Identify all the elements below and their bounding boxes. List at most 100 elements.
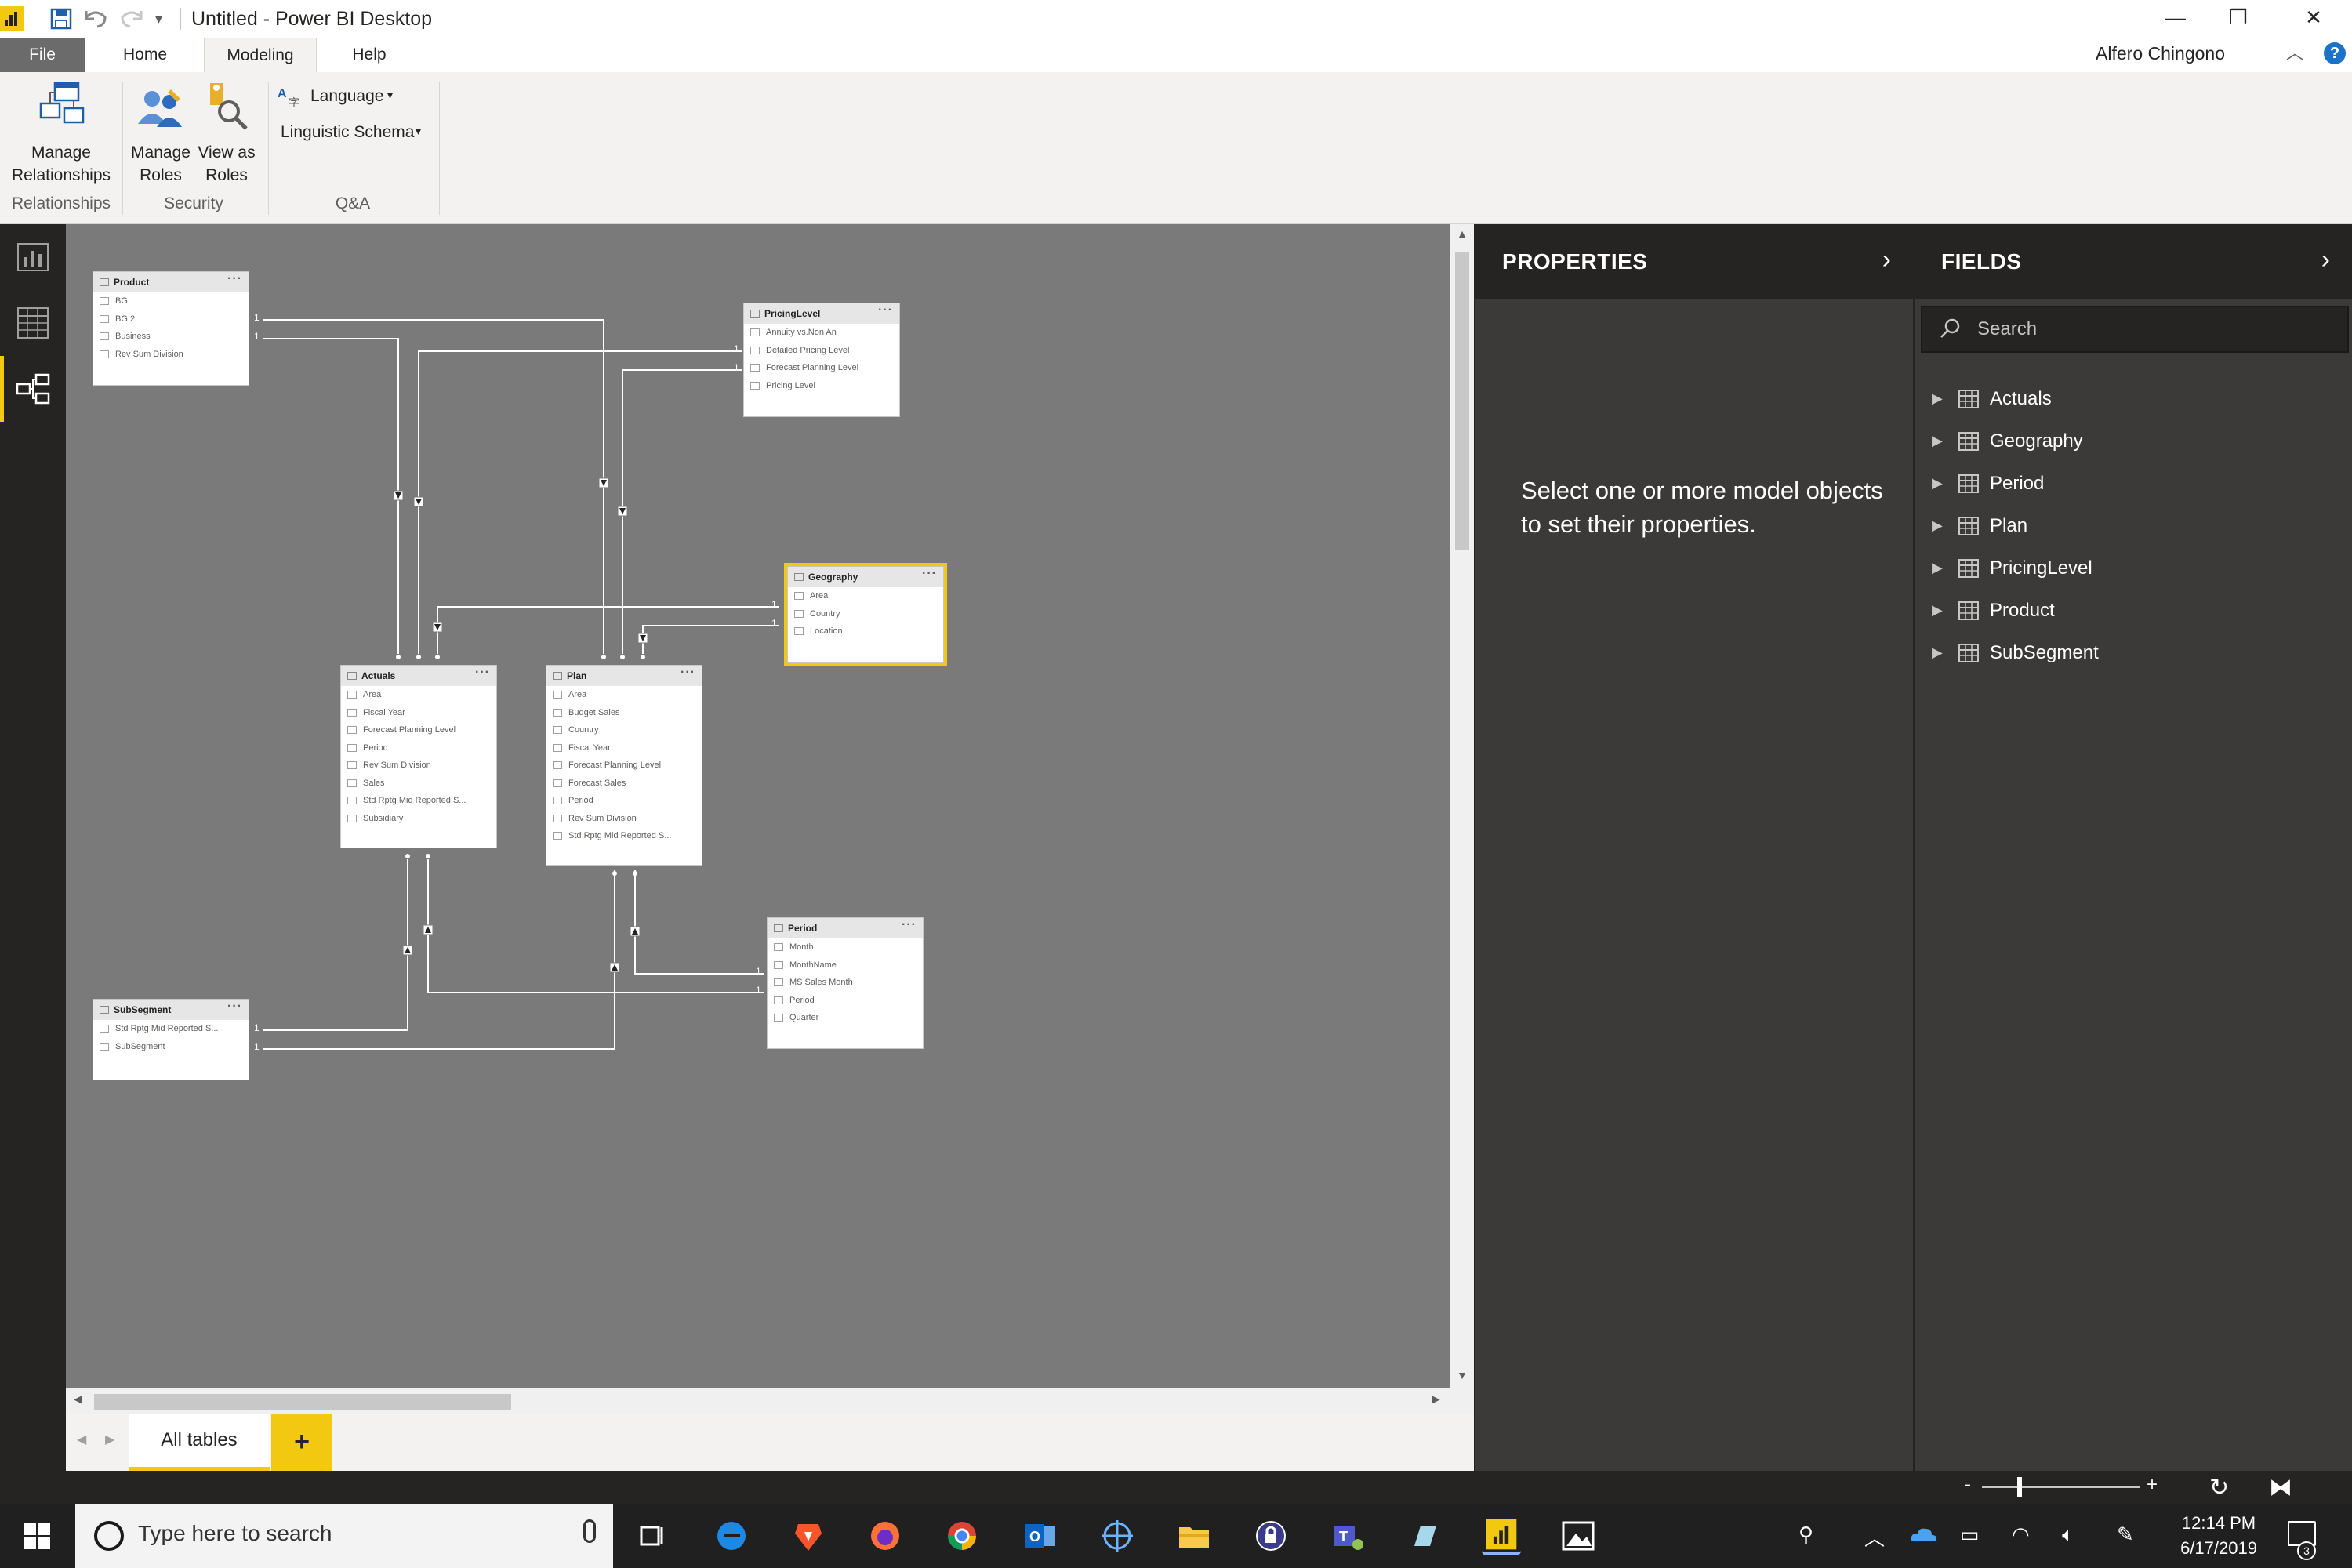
table-field[interactable]: Detailed Pricing Level <box>744 342 899 360</box>
tab-file[interactable]: File <box>0 38 85 72</box>
microphone-icon[interactable] <box>583 1519 596 1543</box>
field-list-item-product[interactable]: ▶ Product <box>1915 591 2352 633</box>
linguistic-schema-dropdown[interactable]: Linguistic Schema ▾ <box>278 119 434 146</box>
table-field[interactable]: BG 2 <box>93 310 249 328</box>
model-table-product[interactable]: Product ··· BG BG 2 Business Rev Sum Divi… <box>93 271 249 386</box>
table-field[interactable]: MonthName <box>768 956 923 975</box>
zoom-slider-thumb[interactable] <box>2017 1477 2023 1497</box>
table-field[interactable]: MS Sales Month <box>768 974 923 992</box>
taskbar-search-box[interactable]: Type here to search <box>75 1504 613 1568</box>
more-options-icon[interactable]: ··· <box>878 300 893 321</box>
horizontal-scroll-thumb[interactable] <box>94 1394 511 1410</box>
more-options-icon[interactable]: ··· <box>227 996 242 1017</box>
chrome-browser-icon[interactable] <box>942 1516 982 1555</box>
battery-icon[interactable]: ▭ <box>1960 1523 1980 1547</box>
table-field[interactable]: Std Rptg Mid Reported S... <box>93 1020 249 1038</box>
network-tool-icon[interactable] <box>1098 1516 1137 1555</box>
expand-icon[interactable]: ▶ <box>1932 475 1943 492</box>
power-bi-taskbar-icon[interactable] <box>1482 1516 1521 1555</box>
table-field[interactable]: Period <box>768 992 923 1010</box>
pen-icon[interactable]: ✎ <box>2117 1523 2134 1547</box>
wifi-icon[interactable]: ◠ <box>2012 1523 2030 1547</box>
more-options-icon[interactable]: ··· <box>922 564 937 584</box>
fit-to-screen-icon[interactable]: ⧓ <box>2269 1474 2292 1501</box>
collapse-ribbon-icon[interactable]: ︿ <box>2286 38 2303 69</box>
field-list-item-subsegment[interactable]: ▶ SubSegment <box>1915 633 2352 676</box>
add-layout-button[interactable]: + <box>271 1414 332 1471</box>
table-field[interactable]: Country <box>546 721 702 739</box>
model-view-button[interactable] <box>0 356 66 422</box>
table-field[interactable]: Fiscal Year <box>546 739 702 757</box>
undo-icon[interactable] <box>83 8 108 30</box>
brave-browser-icon[interactable] <box>789 1516 828 1555</box>
collapse-fields-icon[interactable]: › <box>2321 245 2330 275</box>
signed-in-user[interactable]: Alfero Chingono <box>2096 38 2225 69</box>
table-field[interactable]: BG <box>93 292 249 310</box>
more-options-icon[interactable]: ··· <box>681 662 695 683</box>
volume-icon[interactable]: 🔈︎ <box>2062 1523 2074 1548</box>
photos-app-icon[interactable] <box>1559 1516 1598 1555</box>
keepass-icon[interactable] <box>1251 1516 1290 1555</box>
firefox-browser-icon[interactable] <box>866 1516 905 1555</box>
start-button[interactable] <box>0 1504 75 1568</box>
manage-relationships-button[interactable]: Manage Relationships <box>6 80 116 190</box>
outlook-icon[interactable]: O <box>1021 1516 1060 1555</box>
tab-modeling[interactable]: Modeling <box>204 38 317 72</box>
clock-time[interactable]: 12:14 PM <box>2164 1513 2274 1534</box>
table-field[interactable]: Subsidiary <box>341 810 496 828</box>
table-field[interactable]: Quarter <box>768 1009 923 1027</box>
customize-qat-dropdown[interactable]: ▾ <box>155 6 162 31</box>
table-field[interactable]: Annuity vs.Non An <box>744 324 899 342</box>
expand-icon[interactable]: ▶ <box>1932 390 1943 407</box>
model-table-period[interactable]: Period ··· Month MonthName MS Sales Month… <box>767 917 924 1049</box>
table-field[interactable]: Std Rptg Mid Reported S... <box>546 827 702 845</box>
table-field[interactable]: Forecast Planning Level <box>546 757 702 775</box>
table-field[interactable]: Budget Sales <box>546 704 702 722</box>
model-table-plan[interactable]: Plan ··· Area Budget Sales Country Fiscal… <box>546 665 702 866</box>
more-options-icon[interactable]: ··· <box>227 269 242 289</box>
table-field[interactable]: Forecast Planning Level <box>341 721 496 739</box>
more-options-icon[interactable]: ··· <box>475 662 490 683</box>
expand-icon[interactable]: ▶ <box>1932 560 1943 576</box>
scroll-down-icon[interactable]: ▼ <box>1450 1369 1474 1381</box>
model-table-actuals[interactable]: Actuals ··· Area Fiscal Year Forecast Pla… <box>340 665 497 848</box>
reset-layout-icon[interactable]: ↻ <box>2209 1474 2229 1501</box>
scroll-right-icon[interactable]: ▶ <box>1432 1392 1440 1406</box>
power-bi-logo-icon[interactable] <box>0 6 24 31</box>
close-button[interactable]: ✕ <box>2278 0 2349 38</box>
redo-icon[interactable] <box>119 8 144 30</box>
tab-scroll-left-icon[interactable]: ◀ <box>77 1432 86 1447</box>
field-list-item-actuals[interactable]: ▶ Actuals <box>1915 379 2352 422</box>
scroll-up-icon[interactable]: ▲ <box>1450 227 1474 240</box>
restore-button[interactable]: ❐ <box>2203 0 2274 38</box>
collapse-properties-icon[interactable]: › <box>1882 245 1891 275</box>
minimize-button[interactable]: — <box>2140 0 2211 38</box>
data-view-button[interactable] <box>0 290 66 356</box>
table-field[interactable]: Rev Sum Division <box>546 810 702 828</box>
edge-browser-icon[interactable] <box>712 1516 751 1555</box>
fields-search-input[interactable] <box>1921 306 2349 353</box>
language-dropdown[interactable]: A 字 Language ▾ <box>278 83 434 110</box>
table-field[interactable]: Sales <box>341 775 496 793</box>
expand-icon[interactable]: ▶ <box>1932 644 1943 661</box>
vertical-scroll-thumb[interactable] <box>1455 252 1469 550</box>
show-hidden-icons-chevron-icon[interactable]: ︿ <box>1864 1523 1885 1552</box>
save-icon[interactable] <box>50 8 72 30</box>
table-field[interactable]: Area <box>341 686 496 704</box>
zoom-out-button[interactable]: - <box>1965 1474 1971 1496</box>
model-canvas[interactable]: 1 1 1 1 1 1 1 1 1 1 Product ··· BG BG 2 B… <box>66 224 1450 1388</box>
table-field[interactable]: Std Rptg Mid Reported S... <box>341 792 496 810</box>
table-field[interactable]: Area <box>788 587 943 605</box>
field-list-item-geography[interactable]: ▶ Geography <box>1915 422 2352 464</box>
table-field[interactable]: Period <box>546 792 702 810</box>
expand-icon[interactable]: ▶ <box>1932 602 1943 619</box>
model-table-pricinglevel[interactable]: PricingLevel ··· Annuity vs.Non An Detail… <box>743 303 900 417</box>
table-field[interactable]: SubSegment <box>93 1038 249 1056</box>
table-field[interactable]: Month <box>768 938 923 956</box>
table-field[interactable]: Rev Sum Division <box>93 346 249 364</box>
scroll-left-icon[interactable]: ◀ <box>74 1392 82 1406</box>
table-field[interactable]: Forecast Sales <box>546 775 702 793</box>
field-list-item-plan[interactable]: ▶ Plan <box>1915 506 2352 549</box>
field-list-item-pricinglevel[interactable]: ▶ PricingLevel <box>1915 549 2352 591</box>
file-explorer-icon[interactable] <box>1174 1516 1214 1555</box>
